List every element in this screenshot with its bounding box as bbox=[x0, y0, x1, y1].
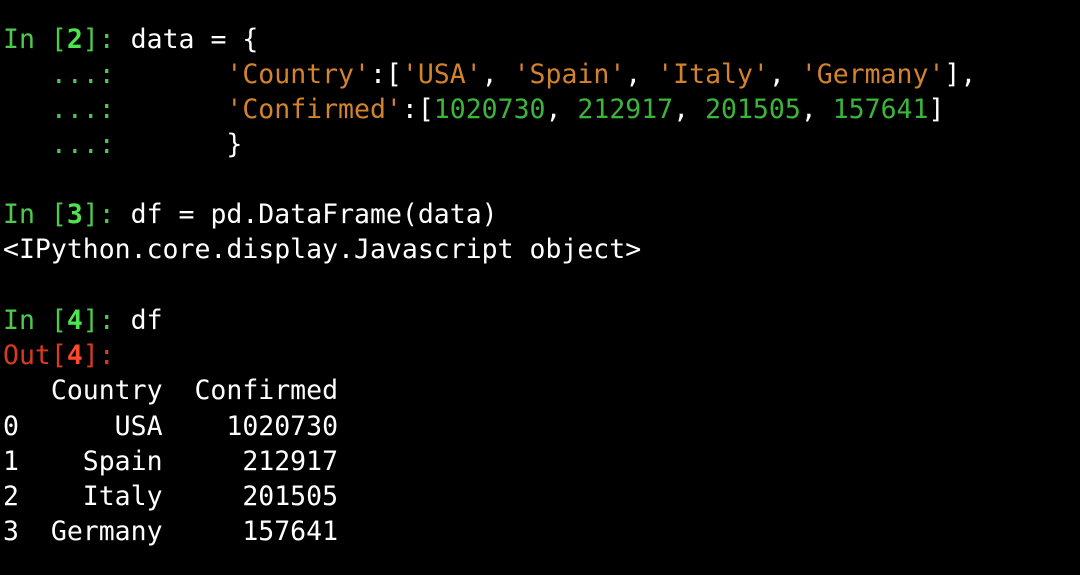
continuation-line-confirmed: ...: 'Confirmed':[1020730, 212917, 20150… bbox=[3, 94, 945, 125]
input-line-4: In [4]: df bbox=[3, 303, 163, 338]
ipython-terminal[interactable]: In [2]: data = { ...: 'Country':['USA', … bbox=[0, 0, 1080, 575]
list-item: 'USA' bbox=[401, 59, 482, 90]
continuation-prompt: ...: bbox=[3, 129, 131, 160]
dataframe-header: Country Confirmed bbox=[3, 373, 338, 408]
out-prompt-line-4: Out[4]: bbox=[3, 338, 115, 373]
table-row: 1 Spain 212917 bbox=[3, 444, 338, 479]
table-row: 3 Germany 157641 bbox=[3, 514, 338, 549]
continuation-line-country: ...: 'Country':['USA', 'Spain', 'Italy',… bbox=[3, 59, 977, 90]
output-text: <IPython.core.display.Javascript object> bbox=[3, 234, 642, 265]
table-row-text: 0 USA 1020730 bbox=[3, 411, 339, 442]
table-row: 0 USA 1020730 bbox=[3, 409, 338, 444]
list-item: 'Germany' bbox=[800, 59, 945, 90]
continuation-prompt: ...: bbox=[3, 59, 131, 90]
input-line-2: In [2]: data = { bbox=[3, 22, 258, 57]
table-row-text: 3 Germany 157641 bbox=[3, 516, 339, 547]
table-row-text: 1 Spain 212917 bbox=[3, 446, 339, 477]
list-item: 1020730 bbox=[433, 94, 546, 125]
continuation-line-close: ...: } bbox=[3, 127, 242, 162]
list-item: 201505 bbox=[705, 94, 801, 125]
in-prompt-4: In [4]: bbox=[3, 305, 131, 336]
code-text: } bbox=[226, 129, 243, 160]
table-header: Country Confirmed bbox=[3, 375, 339, 406]
code-text: df = pd.DataFrame(data) bbox=[130, 199, 498, 230]
code-text: df bbox=[130, 305, 163, 336]
list-item: 212917 bbox=[577, 94, 674, 125]
code-text: data = { bbox=[130, 24, 259, 55]
dict-key: 'Country' bbox=[226, 59, 370, 90]
dict-key: 'Confirmed' bbox=[226, 94, 402, 125]
out-prompt-4: Out[4]: bbox=[3, 340, 115, 371]
continuation-prompt: ...: bbox=[3, 94, 131, 125]
list-item: 'Italy' bbox=[657, 59, 769, 90]
output-text-3: <IPython.core.display.Javascript object> bbox=[3, 232, 641, 267]
list-item: 'Spain' bbox=[513, 59, 626, 90]
input-line-3: In [3]: df = pd.DataFrame(data) bbox=[3, 197, 498, 232]
in-prompt-3: In [3]: bbox=[3, 199, 131, 230]
in-prompt-2: In [2]: bbox=[3, 24, 131, 55]
table-row-text: 2 Italy 201505 bbox=[3, 481, 339, 512]
list-item: 157641 bbox=[832, 94, 929, 125]
table-row: 2 Italy 201505 bbox=[3, 479, 338, 514]
